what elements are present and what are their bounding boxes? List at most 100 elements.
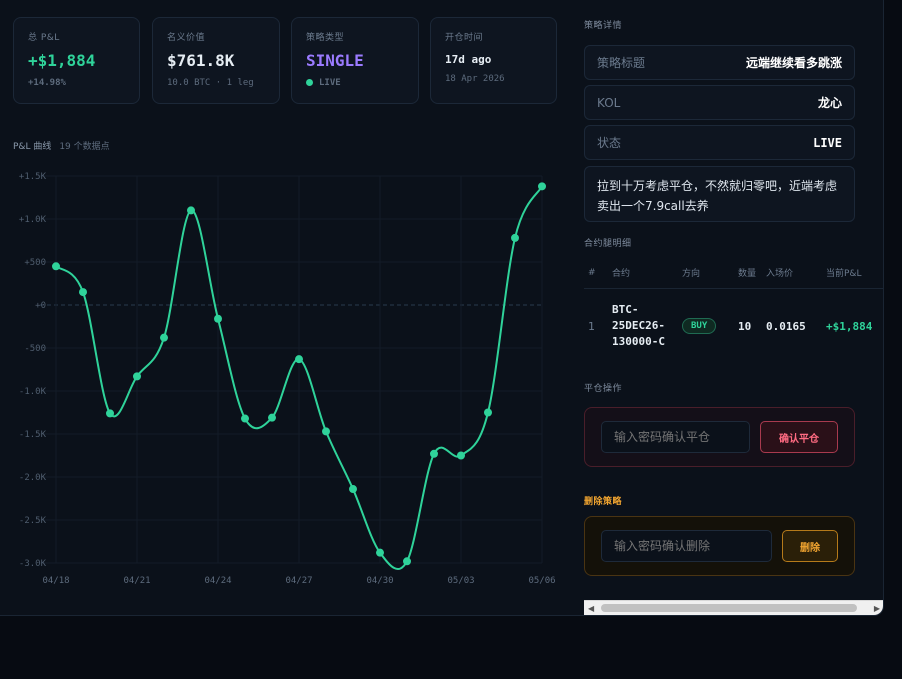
pnl-data-point (430, 449, 438, 458)
pnl-data-point (214, 314, 222, 323)
pnl-data-point (268, 413, 276, 422)
horizontal-scrollbar[interactable]: ◀ ▶ (584, 600, 883, 615)
live-status-text: LIVE (319, 78, 341, 88)
total-pnl-card: 总 P&L +$1,884 +14.98% (13, 17, 140, 104)
x-tick-label: 05/03 (447, 576, 474, 586)
y-tick-label: -2.5K (19, 516, 47, 526)
pnl-data-point (538, 182, 546, 191)
detail-value-kol: 龙心 (817, 96, 842, 110)
leg-index: 1 (588, 319, 595, 333)
y-tick-label: +500 (24, 258, 46, 268)
y-tick-label: -500 (24, 344, 46, 354)
pnl-data-point (52, 262, 60, 271)
detail-key-status: 状态 (597, 136, 622, 150)
col-header-pnl: 当前P&L (822, 258, 883, 289)
delete-strategy-panel: 删除 (584, 516, 855, 576)
notional-label: 名义价值 (167, 33, 206, 43)
detail-row-title: 策略标题 远端继续看多跳涨 (584, 45, 855, 80)
legs-section-label: 合约腿明细 (584, 239, 632, 249)
right-panel: 策略详情 策略标题 远端继续看多跳涨 KOL 龙心 状态 LIVE 拉到十万考虑… (584, 0, 883, 600)
pnl-chart-point-count: 19 个数据点 (59, 142, 110, 152)
x-tick-label: 04/24 (204, 576, 231, 586)
detail-value-status: LIVE (813, 135, 842, 150)
y-tick-label: -3.0K (19, 559, 47, 569)
x-tick-label: 04/27 (285, 576, 312, 586)
delete-section-label: 删除策略 (584, 497, 623, 507)
notional-value: $761.8K (167, 51, 235, 70)
detail-row-kol: KOL 龙心 (584, 85, 855, 120)
total-pnl-percent: +14.98% (28, 78, 66, 88)
x-tick-label: 04/18 (42, 576, 69, 586)
strategy-type-card: 策略类型 SINGLE LIVE (291, 17, 419, 104)
pnl-data-point (322, 427, 330, 436)
pnl-chart-title-text: P&L 曲线 (13, 142, 52, 152)
pnl-data-point (511, 233, 519, 242)
notional-sub: 10.0 BTC · 1 leg (167, 78, 254, 88)
scrollbar-thumb[interactable] (601, 604, 857, 612)
detail-key-title: 策略标题 (597, 56, 646, 70)
strategy-type-value: SINGLE (306, 51, 364, 70)
open-time-card: 开仓时间 17d ago 18 Apr 2026 (430, 17, 557, 104)
col-header-entry: 入场价 (762, 258, 822, 289)
col-header-side: 方向 (678, 258, 734, 289)
delete-button[interactable]: 删除 (782, 530, 838, 562)
pnl-data-point (106, 409, 114, 418)
strategy-type-label: 策略类型 (306, 33, 345, 43)
pnl-data-point (79, 288, 87, 297)
notional-card: 名义价值 $761.8K 10.0 BTC · 1 leg (152, 17, 280, 104)
delete-password-input[interactable] (601, 530, 772, 562)
open-time-label: 开仓时间 (445, 33, 484, 43)
detail-row-status: 状态 LIVE (584, 125, 855, 160)
x-tick-label: 04/21 (123, 576, 150, 586)
pnl-data-point (187, 206, 195, 215)
leg-contract-part2: 25DEC26- (612, 319, 665, 333)
pnl-data-point (376, 548, 384, 557)
close-password-input[interactable] (601, 421, 750, 453)
pnl-data-point (484, 408, 492, 417)
legs-header-row: # 合约 方向 数量 入场价 当前P&L (584, 258, 883, 289)
y-tick-label: +1.5K (19, 172, 47, 182)
pnl-data-point (133, 372, 141, 381)
pnl-data-point (403, 557, 411, 566)
x-tick-label: 04/30 (366, 576, 393, 586)
pnl-data-point (349, 485, 357, 494)
open-date: 18 Apr 2026 (445, 74, 505, 84)
close-section-label: 平仓操作 (584, 384, 623, 394)
y-tick-label: -1.0K (19, 387, 47, 397)
pnl-chart-title: P&L 曲线 19 个数据点 (13, 139, 110, 152)
table-row[interactable]: 1 BTC- 25DEC26- 130000-C BUY 10 0.0165 +… (584, 288, 883, 364)
live-status-dot (306, 79, 313, 86)
x-tick-label: 05/06 (528, 576, 555, 586)
leg-pnl: +$1,884 (826, 319, 873, 333)
leg-contract: BTC- 25DEC26- 130000-C (608, 288, 678, 364)
pnl-data-point (457, 451, 465, 460)
total-pnl-label: 总 P&L (28, 33, 60, 43)
strategy-detail-window: 总 P&L +$1,884 +14.98% 名义价值 $761.8K 10.0 … (0, 0, 884, 616)
strategy-note: 拉到十万考虑平仓，不然就归零吧，近端考虑卖出一个7.9call去养 (584, 166, 855, 222)
confirm-close-button[interactable]: 确认平仓 (760, 421, 838, 453)
y-tick-label: -2.0K (19, 473, 47, 483)
y-tick-label: -1.5K (19, 430, 47, 440)
scroll-right-icon[interactable]: ▶ (874, 604, 880, 613)
col-header-contract: 合约 (608, 258, 678, 289)
leg-contract-part1: BTC- (612, 303, 639, 317)
detail-key-kol: KOL (597, 95, 621, 110)
y-tick-label: +1.0K (19, 215, 47, 225)
open-time-value: 17d ago (445, 53, 492, 66)
pnl-line-chart: +1.5K +1.0K +500 +0 -500 -1.0K -1.5K -2.0K -2.5K… (19, 172, 556, 586)
close-position-panel: 确认平仓 (584, 407, 855, 467)
col-header-index: # (584, 258, 608, 289)
total-pnl-value: +$1,884 (28, 51, 96, 70)
leg-contract-part3: 130000-C (612, 335, 665, 349)
pnl-data-point (160, 333, 168, 342)
leg-qty: 10 (738, 319, 752, 333)
pnl-data-point (295, 355, 303, 364)
scroll-left-icon[interactable]: ◀ (588, 604, 594, 613)
col-header-qty: 数量 (734, 258, 762, 289)
y-tick-label: +0 (35, 301, 46, 311)
detail-value-title: 远端继续看多跳涨 (745, 56, 842, 70)
leg-side-badge: BUY (682, 318, 717, 335)
details-section-label: 策略详情 (584, 21, 623, 31)
pnl-data-point (241, 414, 249, 423)
legs-table: # 合约 方向 数量 入场价 当前P&L 1 BTC- 25DEC26- 130… (584, 258, 883, 364)
